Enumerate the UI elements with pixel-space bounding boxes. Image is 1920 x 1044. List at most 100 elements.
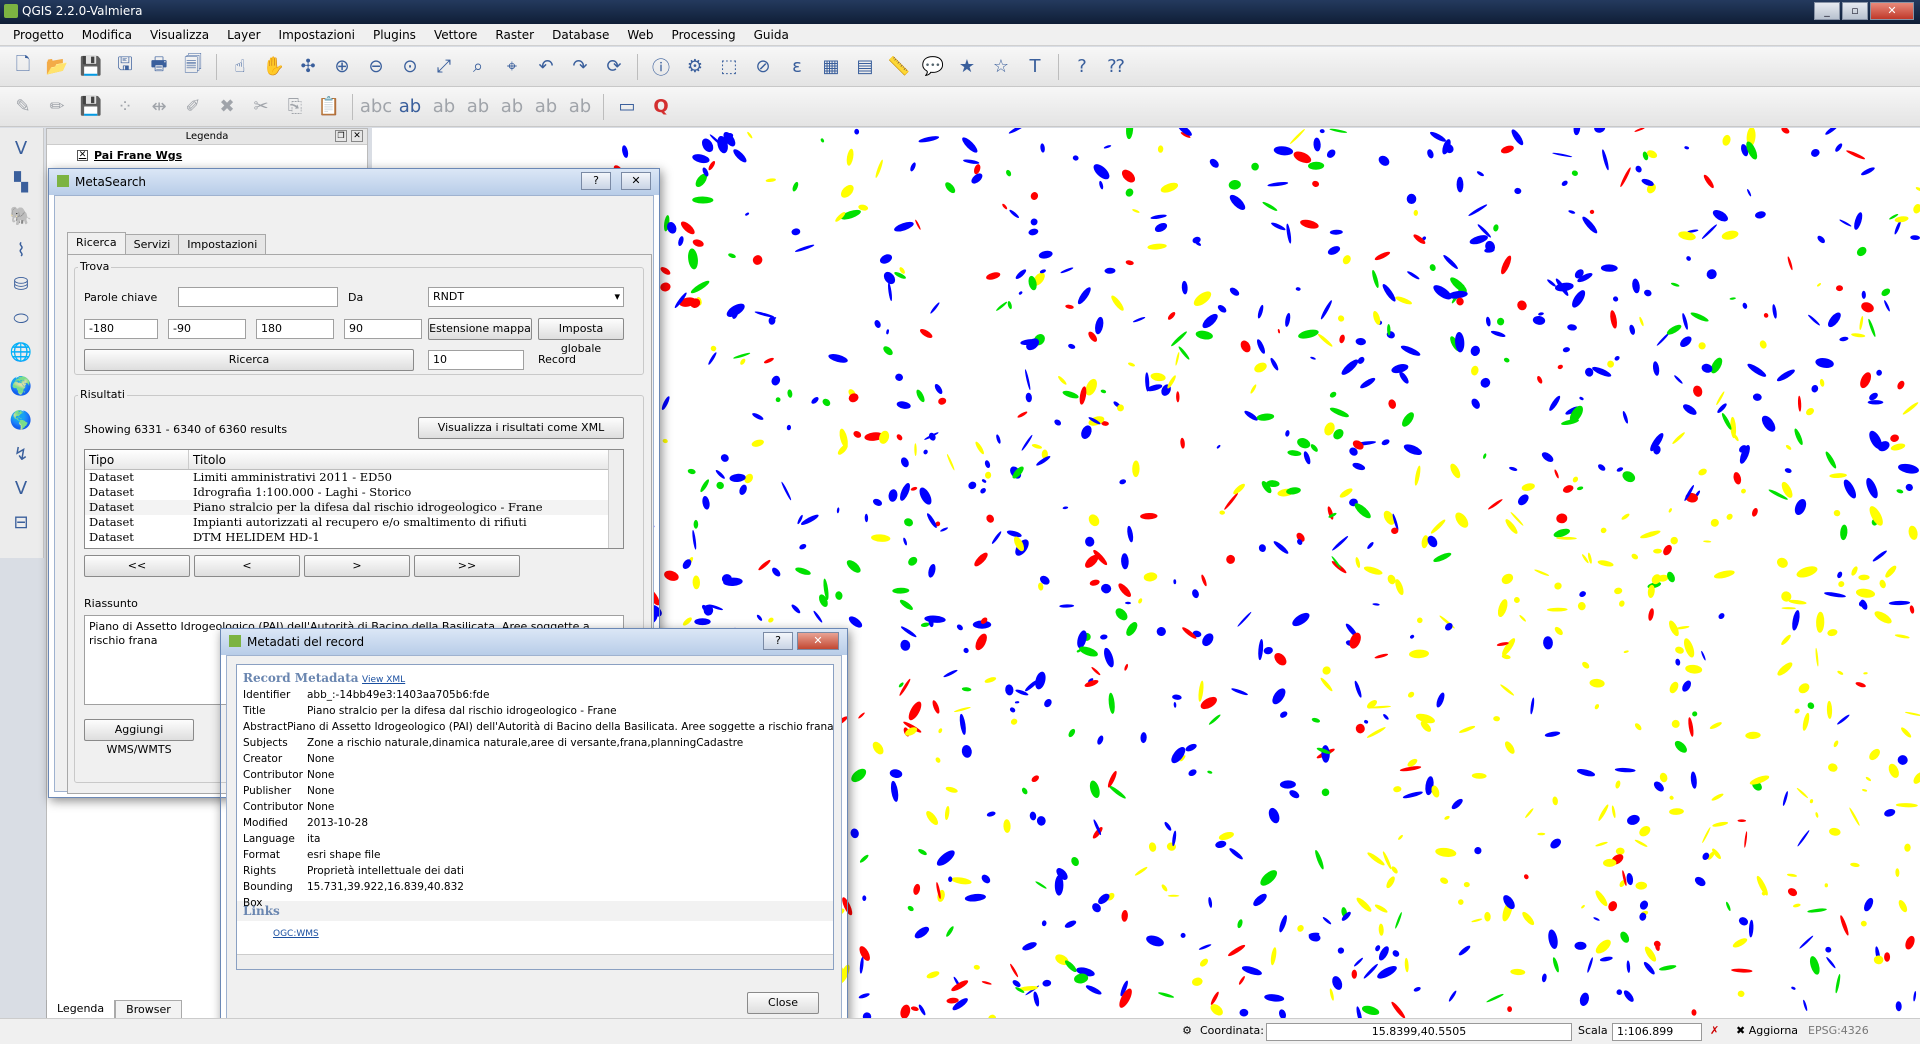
layer-visibility-checkbox[interactable]: ✕ — [77, 150, 88, 161]
menu-impostazioni[interactable]: Impostazioni — [270, 28, 364, 42]
metadata-close-icon[interactable]: ✕ — [797, 632, 839, 650]
menu-plugins[interactable]: Plugins — [364, 28, 425, 42]
add-mssql-icon[interactable]: ⛁ — [7, 270, 35, 298]
coordinate-field[interactable]: 15.8399,40.5505 — [1266, 1023, 1572, 1041]
zoom-full-icon[interactable]: ⤢ — [430, 53, 458, 81]
csw-icon[interactable]: ▭ — [613, 93, 641, 121]
refresh-icon[interactable]: ⟳ — [600, 53, 628, 81]
keywords-input[interactable] — [178, 287, 338, 307]
node-tool-icon[interactable]: ✐ — [179, 93, 207, 121]
table-row[interactable]: Dataset Limiti amministrativi 2011 - ED50 — [85, 470, 623, 485]
add-spatialite-icon[interactable]: ⌇ — [7, 236, 35, 264]
first-page-button[interactable]: << — [84, 555, 190, 577]
add-wms-button[interactable]: Aggiungi WMS/WMTS — [84, 719, 194, 756]
change-label-icon[interactable]: ab — [566, 93, 594, 121]
tab-legenda[interactable]: Legenda — [46, 1000, 116, 1020]
tab-ricerca[interactable]: Ricerca — [67, 232, 126, 254]
save-as-icon[interactable]: 🖫 — [111, 53, 139, 81]
menu-vettore[interactable]: Vettore — [425, 28, 486, 42]
minimize-button[interactable]: _ — [1814, 2, 1840, 20]
menu-layer[interactable]: Layer — [218, 28, 269, 42]
zoom-selection-icon[interactable]: ⌕ — [464, 53, 492, 81]
new-print-composer-icon[interactable]: 🖶 — [145, 53, 173, 81]
whats-this-icon[interactable]: ⁇ — [1102, 53, 1130, 81]
cut-icon[interactable]: ✂ — [247, 93, 275, 121]
help-button[interactable]: ? — [581, 172, 611, 190]
zoom-out-icon[interactable]: ⊖ — [362, 53, 390, 81]
scale-field[interactable]: 1:106.899 — [1612, 1023, 1702, 1041]
new-shapefile-icon[interactable]: V — [7, 474, 35, 502]
global-extent-button[interactable]: Imposta globale — [538, 318, 624, 355]
search-button[interactable]: Ricerca — [84, 349, 414, 371]
zoom-last-icon[interactable]: ↶ — [532, 53, 560, 81]
expression-select-icon[interactable]: ε — [783, 53, 811, 81]
menu-progetto[interactable]: Progetto — [4, 28, 73, 42]
zoom-next-icon[interactable]: ↷ — [566, 53, 594, 81]
add-delimited-text-icon[interactable]: ↯ — [7, 440, 35, 468]
service-select[interactable]: RNDT ▾ — [428, 287, 624, 307]
deselect-icon[interactable]: ⊘ — [749, 53, 777, 81]
ogc-wms-link[interactable]: OGC:WMS — [237, 921, 833, 939]
composer-manager-icon[interactable]: 🗐 — [179, 53, 207, 81]
add-feature-icon[interactable]: ⁘ — [111, 93, 139, 121]
map-tips-icon[interactable]: 💬 — [919, 53, 947, 81]
pan-to-selection-icon[interactable]: ✣ — [294, 53, 322, 81]
attribute-table-icon[interactable]: ▦ — [817, 53, 845, 81]
new-bookmark-icon[interactable]: ★ — [953, 53, 981, 81]
tab-browser[interactable]: Browser — [115, 1000, 182, 1020]
close-button[interactable]: Close — [747, 992, 819, 1014]
opera-q-icon[interactable]: Q — [647, 93, 675, 121]
menu-visualizza[interactable]: Visualizza — [141, 28, 218, 42]
bbox-ymax-input[interactable]: 90 — [344, 319, 422, 339]
menu-guida[interactable]: Guida — [745, 28, 798, 42]
bbox-ymin-input[interactable]: -90 — [168, 319, 246, 339]
table-row[interactable]: Dataset Idrografia 1:100.000 - Laghi - St… — [85, 485, 623, 500]
add-postgis-icon[interactable]: 🐘 — [7, 202, 35, 230]
column-tipo[interactable]: Tipo — [85, 450, 189, 469]
save-project-icon[interactable]: 💾 — [77, 53, 105, 81]
float-panel-icon[interactable]: ❐ — [335, 130, 347, 142]
help-icon[interactable]: ? — [1068, 53, 1096, 81]
measure-icon[interactable]: 📏 — [885, 53, 913, 81]
refresh-checkbox[interactable]: ✖ Aggiorna — [1736, 1023, 1798, 1041]
menu-modifica[interactable]: Modifica — [73, 28, 141, 42]
add-vector-icon[interactable]: V — [7, 134, 35, 162]
zoom-layer-icon[interactable]: ⌖ — [498, 53, 526, 81]
show-hide-label-icon[interactable]: ab — [464, 93, 492, 121]
tab-servizi[interactable]: Servizi — [124, 234, 180, 256]
tab-impostazioni[interactable]: Impostazioni — [178, 234, 267, 256]
edit-pencil-icon[interactable]: ✏ — [43, 93, 71, 121]
save-edits-icon[interactable]: 💾 — [77, 93, 105, 121]
horizontal-scrollbar[interactable] — [237, 954, 833, 969]
messages-icon[interactable]: ⚙ — [1178, 1023, 1196, 1041]
field-calculator-icon[interactable]: ▤ — [851, 53, 879, 81]
menu-web[interactable]: Web — [618, 28, 662, 42]
pan-icon[interactable]: ✋ — [260, 53, 288, 81]
remove-layer-icon[interactable]: ⊟ — [7, 508, 35, 536]
add-wcs-icon[interactable]: 🌍 — [7, 372, 35, 400]
maximize-button[interactable]: ▫ — [1842, 2, 1868, 20]
add-oracle-icon[interactable]: ⬭ — [7, 304, 35, 332]
stop-render-icon[interactable]: ✗ — [1710, 1023, 1728, 1041]
close-panel-icon[interactable]: ✕ — [351, 130, 363, 142]
pin-label-icon[interactable]: ab — [430, 93, 458, 121]
paste-icon[interactable]: 📋 — [315, 93, 343, 121]
menu-processing[interactable]: Processing — [663, 28, 745, 42]
move-feature-icon[interactable]: ⇹ — [145, 93, 173, 121]
zoom-in-icon[interactable]: ⊕ — [328, 53, 356, 81]
table-row[interactable]: Dataset Piano stralcio per la difesa dal … — [85, 500, 623, 515]
label-icon[interactable]: abc — [360, 93, 392, 121]
add-wfs-icon[interactable]: 🌎 — [7, 406, 35, 434]
view-xml-link[interactable]: View XML — [362, 675, 405, 685]
view-xml-button[interactable]: Visualizza i risultati come XML — [418, 417, 624, 439]
legend-layer[interactable]: ✕ Pai Frane Wgs — [47, 145, 367, 162]
select-icon[interactable]: ⬚ — [715, 53, 743, 81]
results-table[interactable]: Tipo Titolo Dataset Limiti amministrativi… — [84, 449, 624, 549]
map-extent-button[interactable]: Estensione mappa — [428, 318, 532, 340]
open-project-icon[interactable]: 📂 — [43, 53, 71, 81]
delete-selected-icon[interactable]: ✖ — [213, 93, 241, 121]
menu-raster[interactable]: Raster — [486, 28, 543, 42]
label-highlight-icon[interactable]: ab — [396, 93, 424, 121]
last-page-button[interactable]: >> — [414, 555, 520, 577]
run-action-icon[interactable]: ⚙ — [681, 53, 709, 81]
